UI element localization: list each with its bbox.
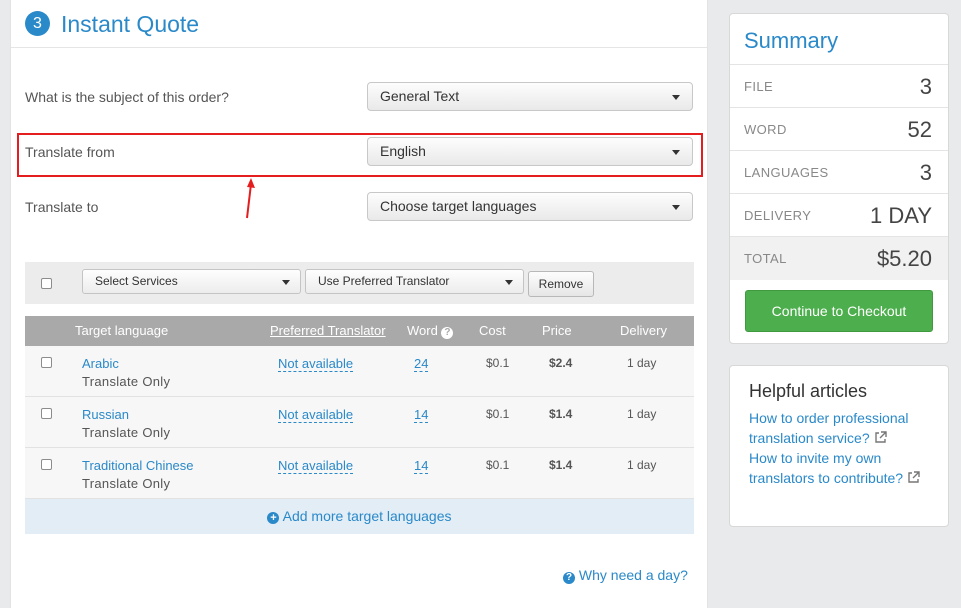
summary-card: Summary FILE 3 WORD 52 LANGUAGES 3 DELIV…: [729, 13, 949, 344]
summary-label: DELIVERY: [744, 208, 812, 223]
cost-value: $0.1: [486, 356, 510, 370]
summary-row-word: WORD 52: [730, 107, 948, 150]
service-type: Translate Only: [82, 425, 171, 440]
summary-value: 3: [919, 74, 932, 99]
col-price: Price: [542, 323, 572, 338]
plus-circle-icon: +: [267, 512, 280, 524]
why-need-a-day-link[interactable]: ? Why need a day?: [563, 566, 688, 584]
external-link-icon: [908, 471, 920, 483]
article-link-order[interactable]: How to order professional translation se…: [749, 408, 939, 448]
articles-title: Helpful articles: [749, 381, 868, 401]
col-target-language: Target language: [75, 323, 169, 338]
article-link-invite[interactable]: How to invite my own translators to cont…: [749, 448, 939, 488]
col-cost: Cost: [479, 323, 506, 338]
select-services-label: Select Services: [95, 274, 178, 288]
chevron-down-icon: [672, 205, 680, 210]
col-delivery: Delivery: [620, 323, 667, 338]
price-value: $2.4: [549, 356, 573, 370]
summary-row-file: FILE 3: [730, 64, 948, 107]
word-count-link[interactable]: 14: [414, 458, 429, 474]
table-row: Russian Translate Only Not available 14 …: [25, 397, 694, 448]
price-value: $1.4: [549, 407, 573, 421]
col-preferred-translator[interactable]: Preferred Translator: [270, 324, 386, 338]
summary-value: 3: [919, 160, 932, 185]
preferred-translator-link[interactable]: Not available: [278, 407, 354, 423]
continue-to-checkout-button[interactable]: Continue to Checkout: [745, 290, 933, 332]
chevron-down-icon: [282, 280, 290, 285]
bulk-actions-toolbar: Select Services Use Preferred Translator…: [25, 262, 694, 304]
panel-header: 3 Instant Quote: [11, 0, 707, 48]
summary-label: FILE: [744, 79, 774, 94]
col-word: Word ?: [407, 323, 454, 339]
question-circle-icon: ?: [563, 572, 575, 584]
summary-value: 1 DAY: [870, 203, 932, 228]
preferred-translator-dropdown[interactable]: Use Preferred Translator: [305, 269, 524, 294]
step-number-badge: 3: [25, 11, 50, 36]
summary-label: LANGUAGES: [744, 165, 829, 180]
preferred-translator-link[interactable]: Not available: [278, 458, 354, 474]
translate-from-label: Translate from: [25, 144, 115, 160]
translate-to-select[interactable]: Choose target languages: [367, 192, 693, 221]
chevron-down-icon: [672, 150, 680, 155]
page-title: Instant Quote: [61, 11, 200, 37]
summary-total-value: $5.20: [876, 246, 932, 271]
preferred-translator-label: Use Preferred Translator: [318, 274, 450, 288]
word-count-link[interactable]: 14: [414, 407, 429, 423]
service-type: Translate Only: [82, 374, 171, 389]
target-language-link[interactable]: Arabic: [82, 356, 119, 371]
add-more-label: Add more target languages: [282, 508, 452, 524]
why-need-label: Why need a day?: [578, 567, 688, 583]
cost-value: $0.1: [486, 407, 510, 421]
subject-label: What is the subject of this order?: [25, 89, 229, 105]
delivery-value: 1 day: [627, 407, 657, 421]
price-value: $1.4: [549, 458, 573, 472]
chevron-down-icon: [672, 95, 680, 100]
summary-title: Summary: [744, 28, 839, 53]
helpful-articles-card: Helpful articles How to order profession…: [729, 365, 949, 527]
remove-button[interactable]: Remove: [528, 271, 594, 297]
translate-to-label: Translate to: [25, 199, 99, 215]
red-arrow-annotation: [246, 178, 255, 219]
summary-row-total: TOTAL $5.20: [730, 236, 948, 280]
preferred-translator-link[interactable]: Not available: [278, 356, 354, 372]
translate-to-value: Choose target languages: [380, 198, 537, 214]
select-services-dropdown[interactable]: Select Services: [82, 269, 301, 294]
translate-from-value: English: [380, 143, 426, 159]
delivery-value: 1 day: [627, 356, 657, 370]
target-language-link[interactable]: Traditional Chinese: [82, 458, 194, 473]
table-row: Traditional Chinese Translate Only Not a…: [25, 448, 694, 499]
delivery-value: 1 day: [627, 458, 657, 472]
row-checkbox[interactable]: [41, 408, 52, 419]
service-type: Translate Only: [82, 476, 171, 491]
add-more-languages-button[interactable]: + Add more target languages: [25, 499, 694, 534]
row-checkbox[interactable]: [41, 459, 52, 470]
external-link-icon: [874, 431, 887, 443]
target-language-link[interactable]: Russian: [82, 407, 129, 422]
summary-row-languages: LANGUAGES 3: [730, 150, 948, 193]
row-checkbox[interactable]: [41, 357, 52, 368]
summary-row-delivery: DELIVERY 1 DAY: [730, 193, 948, 236]
translate-from-select[interactable]: English: [367, 137, 693, 166]
select-all-checkbox[interactable]: [41, 278, 52, 289]
word-count-link[interactable]: 24: [414, 356, 429, 372]
chevron-down-icon: [505, 280, 513, 285]
summary-value: 52: [907, 117, 932, 142]
question-circle-icon[interactable]: ?: [441, 327, 454, 339]
article-link-text: How to invite my own translators to cont…: [749, 450, 904, 486]
summary-label: TOTAL: [744, 251, 787, 266]
languages-table-header: Target language Preferred Translator Wor…: [25, 316, 694, 346]
instant-quote-panel: 3 Instant Quote What is the subject of t…: [10, 0, 708, 608]
subject-select[interactable]: General Text: [367, 82, 693, 111]
col-word-label: Word: [407, 323, 438, 338]
cost-value: $0.1: [486, 458, 510, 472]
summary-label: WORD: [744, 122, 787, 137]
subject-select-value: General Text: [380, 88, 460, 104]
table-row: Arabic Translate Only Not available 24 $…: [25, 346, 694, 397]
